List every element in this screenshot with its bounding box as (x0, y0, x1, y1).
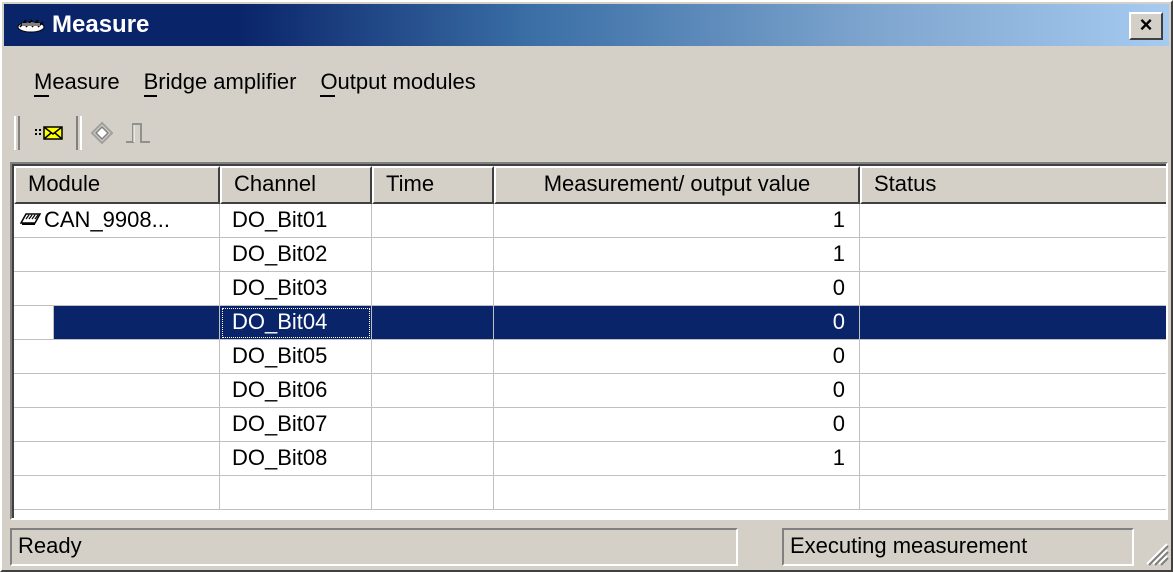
table-row[interactable]: DO_Bit07 0 (14, 408, 1166, 442)
channel-cell: DO_Bit08 (220, 442, 372, 476)
time-cell (372, 306, 494, 340)
value-cell (494, 476, 860, 510)
pulse-icon (126, 123, 150, 143)
value-cell: 0 (494, 306, 860, 340)
table-row-empty[interactable] (14, 476, 1166, 510)
value-cell: 0 (494, 272, 860, 306)
status-cell (860, 272, 1166, 306)
value-cell: 1 (494, 204, 860, 238)
status-cell (860, 442, 1166, 476)
pulse-button[interactable] (122, 120, 154, 146)
status-cell (860, 238, 1166, 272)
table-row[interactable]: DO_Bit06 0 (14, 374, 1166, 408)
resize-grip-icon[interactable] (1141, 538, 1169, 566)
channel-cell: DO_Bit04 (220, 306, 372, 340)
messages-button[interactable] (34, 120, 66, 146)
menu-output-modules[interactable]: Output modules (308, 68, 487, 97)
column-header-value[interactable]: Measurement/ output value (494, 166, 860, 204)
status-cell (860, 408, 1166, 442)
toolbar (4, 114, 1169, 152)
module-cell: CAN_9908... (14, 204, 220, 238)
list-frame: Module Channel Time Measurement/ output … (12, 164, 1166, 518)
menu-output-modules-label: Output modules (320, 69, 476, 94)
can-module-icon (19, 213, 42, 226)
value-cell: 0 (494, 408, 860, 442)
channel-cell: DO_Bit03 (220, 272, 372, 306)
time-cell (372, 340, 494, 374)
time-cell (372, 204, 494, 238)
status-ready: Ready (10, 528, 738, 566)
column-header-time[interactable]: Time (372, 166, 494, 204)
module-name: CAN_9908... (44, 207, 170, 232)
time-cell (372, 442, 494, 476)
column-header-module[interactable]: Module (14, 166, 220, 204)
table-row[interactable]: CAN_9908... DO_Bit01 1 (14, 204, 1166, 238)
channel-cell: DO_Bit05 (220, 340, 372, 374)
window-title: Measure (52, 11, 150, 38)
module-cell (14, 340, 220, 374)
diamond-icon (90, 121, 114, 145)
menu-measure[interactable]: Measure (4, 68, 132, 97)
value-cell: 0 (494, 374, 860, 408)
close-button[interactable]: × (1129, 12, 1163, 40)
list-header: Module Channel Time Measurement/ output … (14, 166, 1166, 204)
time-cell (372, 238, 494, 272)
time-cell (372, 476, 494, 510)
value-cell: 0 (494, 340, 860, 374)
selection-gutter (54, 306, 220, 340)
table-row[interactable]: DO_Bit05 0 (14, 340, 1166, 374)
table-row[interactable]: DO_Bit03 0 (14, 272, 1166, 306)
menu-bridge-amplifier-label: Bridge amplifier (143, 69, 297, 94)
mnemonic-underline (143, 95, 157, 97)
menu-bridge-amplifier[interactable]: Bridge amplifier (132, 68, 309, 97)
channel-cell (220, 476, 372, 510)
channel-cell: DO_Bit07 (220, 408, 372, 442)
menu-bar: Measure Bridge amplifier Output modules (4, 62, 1169, 102)
time-cell (372, 408, 494, 442)
table-row[interactable]: DO_Bit02 1 (14, 238, 1166, 272)
time-cell (372, 272, 494, 306)
menu-measure-label: Measure (34, 69, 120, 94)
messages-icon (35, 126, 63, 140)
value-cell: 1 (494, 238, 860, 272)
channel-cell: DO_Bit06 (220, 374, 372, 408)
status-cell (860, 340, 1166, 374)
mnemonic-underline (34, 95, 49, 97)
status-bar: Ready Executing measurement (4, 528, 1169, 568)
module-cell (14, 272, 220, 306)
module-cell (14, 476, 220, 510)
channel-cell: DO_Bit02 (220, 238, 372, 272)
mnemonic-underline (320, 95, 336, 97)
module-cell (14, 408, 220, 442)
table-row-selected[interactable]: DO_Bit04 0 (14, 306, 1166, 340)
column-header-status[interactable]: Status (860, 166, 1166, 204)
status-cell (860, 204, 1166, 238)
module-cell (14, 238, 220, 272)
module-cell (14, 374, 220, 408)
diamond-button[interactable] (86, 120, 118, 146)
time-cell (372, 374, 494, 408)
status-cell (860, 374, 1166, 408)
measurement-list[interactable]: Module Channel Time Measurement/ output … (10, 162, 1168, 520)
title-bar[interactable]: Measure × (4, 4, 1169, 46)
channel-cell: DO_Bit01 (220, 204, 372, 238)
toolbar-separator (76, 116, 82, 150)
value-cell: 1 (494, 442, 860, 476)
toolbar-grip[interactable] (14, 116, 20, 150)
status-cell (860, 476, 1166, 510)
measure-app-icon (17, 19, 45, 33)
status-measurement: Executing measurement (782, 528, 1134, 566)
status-cell (860, 306, 1166, 340)
module-cell (14, 306, 54, 340)
column-header-channel[interactable]: Channel (220, 166, 372, 204)
module-cell (14, 442, 220, 476)
measure-window: Measure × Measure Bridge amplifier Outpu… (0, 0, 1173, 572)
table-row[interactable]: DO_Bit08 1 (14, 442, 1166, 476)
